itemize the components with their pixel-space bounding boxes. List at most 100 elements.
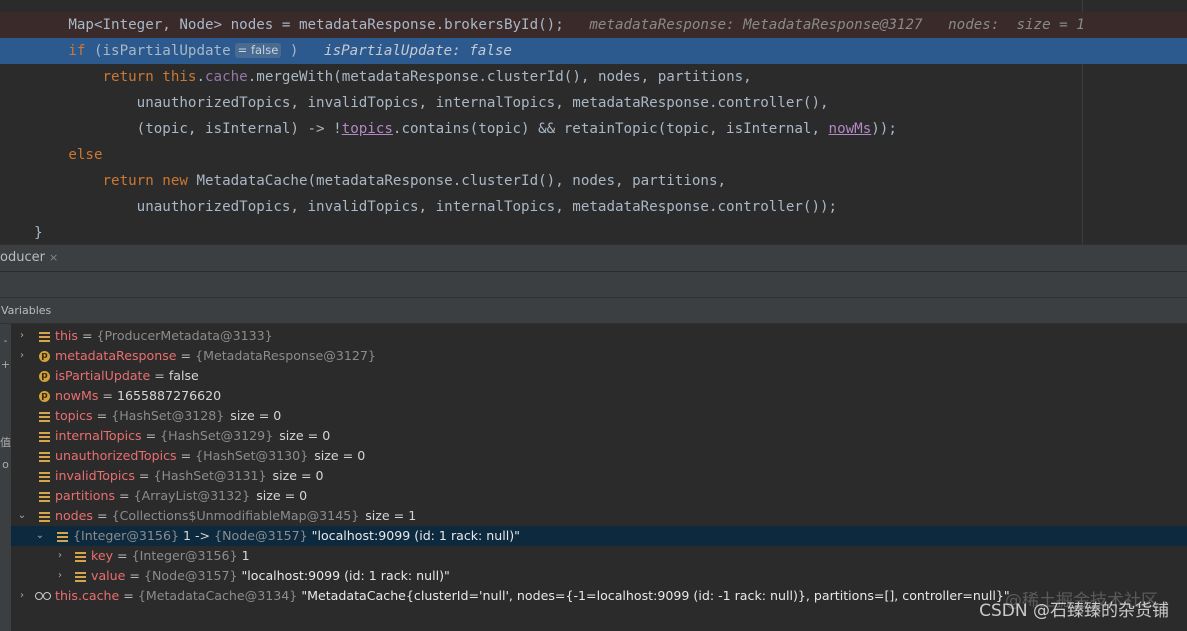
variable-row[interactable]: p nowMs = 1655887276620 (11, 386, 1187, 406)
expand-arrow-icon[interactable]: › (55, 566, 65, 586)
equals-sign: = (115, 488, 134, 503)
close-icon[interactable]: × (49, 251, 58, 264)
keyword-if: if (68, 43, 86, 59)
expand-arrow-icon[interactable]: › (55, 546, 65, 566)
variable-ref: {ArrayList@3132} (133, 488, 251, 503)
variable-value: false (168, 368, 199, 383)
variable-ref: {Integer@3156} (131, 548, 238, 563)
inline-debug-hint: metadataResponse: MetadataResponse@3127 … (589, 17, 1085, 33)
variable-size: size = 0 (230, 408, 282, 423)
map-entry-row[interactable]: ⌄ {Integer@3156} 1 -> {Node@3157} "local… (11, 526, 1187, 546)
variable-ref: {HashSet@3129} (160, 428, 274, 443)
variable-ref: {MetadataResponse@3127} (195, 348, 376, 363)
code-text: unauthorizedTopics, invalidTopics, inter… (136, 199, 838, 215)
code-editor[interactable]: Map<Integer, Node> nodes = metadataRespo… (0, 0, 1187, 244)
entry-icon (57, 531, 68, 542)
equals-sign: = (93, 508, 112, 523)
field-cache: cache (205, 69, 248, 85)
entry-child-row-value[interactable]: › value = {Node@3157} "localhost:9099 (i… (11, 566, 1187, 586)
field-icon (39, 411, 50, 422)
code-text: } (34, 225, 43, 241)
code-line-nodes-decl[interactable]: Map<Integer, Node> nodes = metadataRespo… (0, 12, 1187, 38)
code-line-if-current[interactable]: if (isPartialUpdate = false ) isPartialUp… (0, 38, 1187, 64)
inline-debug-hint: isPartialUpdate: false (324, 43, 512, 59)
keyword-else: else (68, 147, 103, 163)
code-text: (isPartialUpdate (85, 43, 231, 59)
variable-size: size = 0 (256, 488, 308, 503)
variable-value: 1 (237, 548, 250, 563)
equals-sign: = (119, 588, 138, 603)
variable-row[interactable]: topics = {HashSet@3128} size = 0 (11, 406, 1187, 426)
entry-child-row-key[interactable]: › key = {Integer@3156} 1 (11, 546, 1187, 566)
variable-row[interactable]: internalTopics = {HashSet@3129} size = 0 (11, 426, 1187, 446)
variable-row[interactable]: invalidTopics = {HashSet@3131} size = 0 (11, 466, 1187, 486)
variable-size: size = 0 (279, 428, 331, 443)
field-icon (75, 551, 86, 562)
variable-ref: {HashSet@3131} (153, 468, 267, 483)
variable-row[interactable]: unauthorizedTopics = {HashSet@3130} size … (11, 446, 1187, 466)
variable-ref: {MetadataCache@3134} (137, 588, 298, 603)
equals-sign: = (176, 448, 196, 463)
variable-name: this (55, 328, 78, 343)
code-line-return-new[interactable]: return new MetadataCache(metadataRespons… (0, 168, 1187, 194)
expand-arrow-icon[interactable]: ⌄ (17, 506, 27, 526)
expand-arrow-icon[interactable]: › (17, 326, 27, 346)
variable-name: nowMs (55, 388, 99, 403)
code-line-return-merge[interactable]: return this.cache.mergeWith(metadataResp… (0, 64, 1187, 90)
variable-row[interactable]: › this = {ProducerMetadata@3133} (11, 326, 1187, 346)
code-line-lambda[interactable]: (topic, isInternal) -> !topics.contains(… (0, 116, 1187, 142)
equals-sign: = (113, 548, 132, 563)
variable-name: metadataResponse (55, 348, 177, 363)
equals-sign: = (92, 408, 112, 423)
variables-panel: Variables - + 值 o › this = {ProducerMeta… (0, 298, 1187, 631)
variable-row[interactable]: p isPartialUpdate = false (11, 366, 1187, 386)
entry-key-ref: {Integer@3156} (73, 528, 179, 543)
code-line-close-brace[interactable]: } (0, 220, 1187, 246)
equals-sign: = (134, 468, 154, 483)
code-text: )); (871, 121, 897, 137)
side-toolbar: - + 值 o (0, 324, 11, 631)
collapse-icon[interactable]: - (0, 334, 11, 347)
expand-arrow-icon[interactable]: › (17, 586, 27, 606)
variable-row[interactable]: › p metadataResponse = {MetadataResponse… (11, 346, 1187, 366)
code-text: Map<Integer, Node> nodes = metadataRespo… (68, 17, 564, 33)
variable-name: internalTopics (55, 428, 142, 443)
variable-row[interactable]: partitions = {ArrayList@3132} size = 0 (11, 486, 1187, 506)
variable-ref: {HashSet@3130} (195, 448, 309, 463)
equals-sign: = (150, 368, 169, 383)
variable-name: isPartialUpdate (55, 368, 151, 383)
code-line-else[interactable]: else (0, 142, 1187, 168)
variable-ref: {HashSet@3128} (111, 408, 225, 423)
field-icon (75, 571, 86, 582)
variable-name: key (91, 548, 114, 563)
code-line-args-2[interactable]: unauthorizedTopics, invalidTopics, inter… (0, 194, 1187, 220)
value-icon[interactable]: 值 (0, 434, 11, 450)
variable-value: "localhost:9099 (id: 1 rack: null)" (237, 568, 450, 583)
expand-arrow-icon[interactable]: › (17, 346, 27, 366)
variable-ref: {Collections$UnmodifiableMap@3145} (111, 508, 360, 523)
variable-name: value (91, 568, 126, 583)
variable-name: invalidTopics (55, 468, 135, 483)
equals-sign: = (141, 428, 161, 443)
parameter-icon: p (39, 351, 50, 362)
add-watch-icon[interactable]: + (0, 358, 11, 371)
tab-producer[interactable]: oducer × (0, 250, 58, 265)
field-icon (39, 491, 50, 502)
code-line-args[interactable]: unauthorizedTopics, invalidTopics, inter… (0, 90, 1187, 116)
variable-row[interactable]: ⌄ nodes = {Collections$UnmodifiableMap@3… (11, 506, 1187, 526)
object-icon[interactable]: o (0, 458, 11, 471)
variables-panel-title: Variables (0, 298, 1187, 324)
expand-arrow-icon[interactable]: ⌄ (35, 526, 45, 546)
entry-key-value: 1 -> (178, 528, 215, 543)
variables-tree[interactable]: › this = {ProducerMetadata@3133} › p met… (11, 326, 1187, 606)
parameter-icon: p (39, 391, 50, 402)
equals-sign: = (176, 348, 196, 363)
tab-label: oducer (0, 250, 45, 265)
code-text: (topic, isInternal) -> ! (136, 121, 342, 137)
debug-toolbar (0, 272, 1187, 298)
